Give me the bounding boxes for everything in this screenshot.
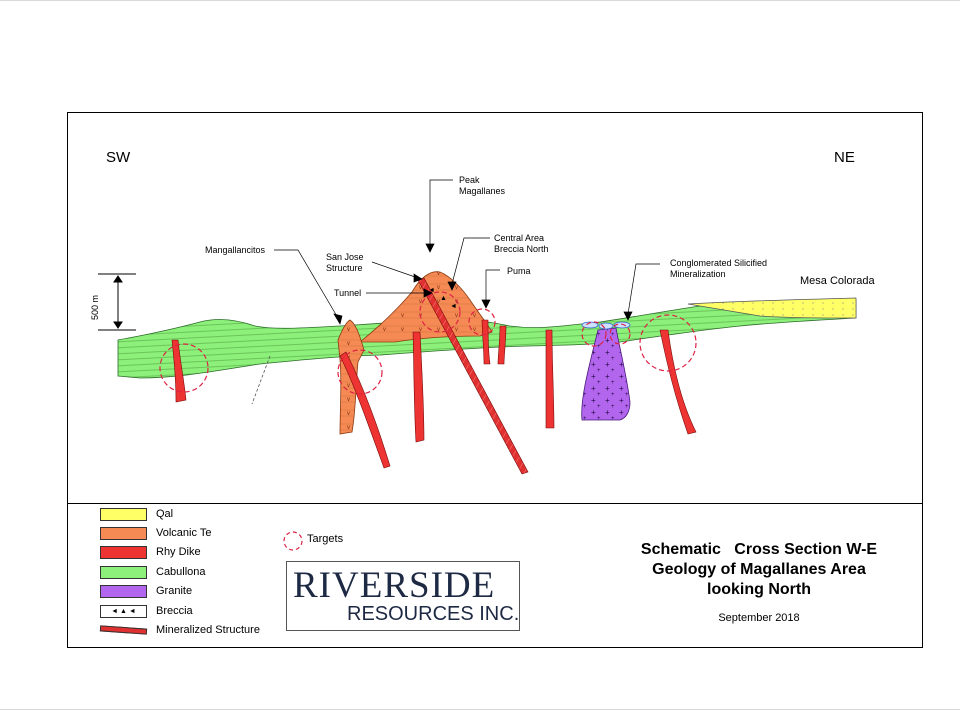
label-conglomerated: Conglomerated Silicified Mineralization [670, 258, 768, 279]
legend-label: Cabullona [156, 566, 206, 578]
legend-swatch: ◄ ▲ ◄ [100, 605, 147, 618]
legend-label: Granite [156, 585, 193, 597]
legend-swatch [100, 527, 147, 540]
legend-label: Qal [156, 508, 174, 520]
label-san-jose-structure: San Jose Structure [326, 252, 364, 273]
title-line-2: Geology of Magallanes Area [652, 561, 866, 578]
label-peak-magallanes: Peak Magallanes [459, 175, 506, 196]
legend-label: Rhy Dike [156, 546, 201, 558]
riverside-logo: RIVERSIDE RESOURCES INC. [286, 561, 520, 631]
legend-swatch [100, 508, 147, 521]
targets-legend-icon [283, 531, 303, 551]
legend-swatch [100, 546, 147, 559]
logo-main-text: RIVERSIDE [293, 565, 496, 606]
targets-legend-label: Targets [307, 533, 344, 545]
scale-bar [98, 273, 136, 331]
direction-ne: NE [834, 149, 855, 166]
legend-swatch [100, 566, 147, 579]
title-line-3: looking North [707, 581, 811, 598]
svg-text:◄: ◄ [450, 303, 457, 310]
label-puma: Puma [507, 266, 531, 276]
label-tunnel: Tunnel [334, 288, 362, 298]
title-line-1: Schematic Cross Section W-E [640, 541, 878, 558]
legend-swatch [100, 585, 147, 598]
direction-sw: SW [106, 149, 131, 166]
logo-sub-text: RESOURCES INC. [347, 603, 520, 625]
legend-label: Volcanic Te [156, 527, 212, 539]
svg-text:▲: ▲ [440, 295, 447, 302]
legend-label: Breccia [156, 605, 193, 617]
figure-date: September 2018 [718, 612, 800, 624]
label-central-area: Central Area Breccia North [494, 233, 549, 254]
figure-title: Schematic Cross Section W-E Geology of M… [604, 540, 914, 600]
bottom-rule [0, 709, 960, 710]
label-mangallancitos: Mangallancitos [205, 245, 266, 255]
scale-label: 500 m [90, 294, 100, 320]
legend-label: Mineralized Structure [156, 624, 260, 636]
label-mesa-colorada: Mesa Colorada [800, 275, 875, 287]
